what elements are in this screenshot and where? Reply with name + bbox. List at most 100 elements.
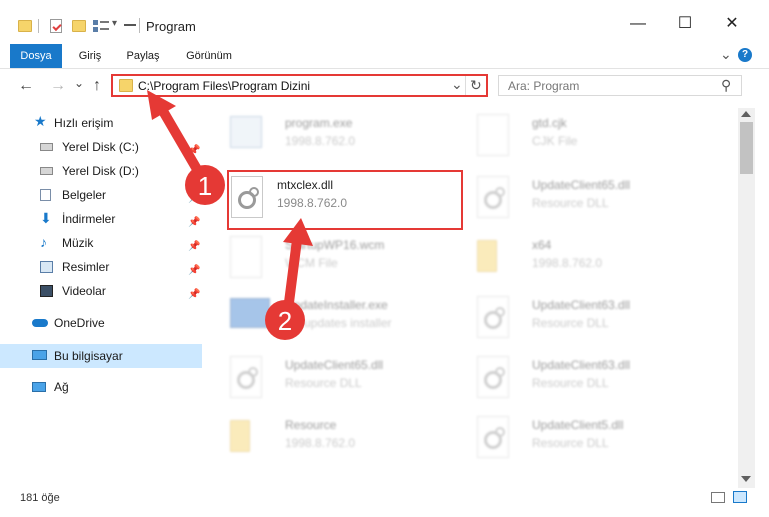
large-icons-view-icon[interactable]: [733, 491, 747, 503]
file-description: WCM File: [285, 256, 338, 270]
dll-icon: [477, 416, 509, 458]
pin-icon[interactable]: 📌: [188, 164, 200, 186]
sidebar-item-downloads[interactable]: ⬇ İndirmeler 📌: [0, 208, 202, 230]
file-item[interactable]: program.exe 1998.8.762.0: [202, 108, 437, 168]
search-icon[interactable]: ⚲: [721, 77, 731, 94]
file-description: Resource DLL: [532, 316, 609, 330]
computer-icon: [32, 350, 47, 360]
file-name: StartupWP16.wcm: [285, 238, 385, 252]
scroll-up-icon[interactable]: [741, 111, 751, 117]
sidebar-item-label: Yerel Disk (C:): [62, 140, 139, 154]
star-icon: ★: [34, 113, 47, 129]
sidebar-item-label: Ağ: [54, 380, 69, 394]
sidebar-item-pictures[interactable]: Resimler 📌: [0, 256, 202, 278]
minimize-button[interactable]: —: [615, 10, 661, 38]
file-item[interactable]: UpdateClient65.dll Resource DLL: [202, 350, 437, 410]
file-name: Resource: [285, 418, 337, 432]
sidebar-item-network[interactable]: Ağ: [0, 376, 202, 398]
cloud-icon: [32, 319, 48, 327]
refresh-icon[interactable]: ↻: [470, 77, 482, 94]
pin-icon[interactable]: 📌: [188, 188, 200, 210]
file-name: UpdateClient63.dll: [532, 298, 631, 312]
file-item[interactable]: UpdateClient63.dll Resource DLL: [449, 350, 684, 410]
dll-icon: [230, 356, 262, 398]
sidebar-item-label: Müzik: [62, 236, 94, 250]
window-title: Program: [146, 19, 196, 34]
sidebar-item-label: Bu bilgisayar: [54, 349, 123, 363]
file-item[interactable]: x64 1998.8.762.0: [449, 230, 684, 290]
file-item[interactable]: UpdateInstaller.exe XY updates installer: [202, 290, 437, 350]
close-button[interactable]: ✕: [709, 10, 755, 38]
qat-dropdown-icon[interactable]: ▾: [112, 18, 117, 29]
file-description: Resource DLL: [285, 376, 362, 390]
sidebar-item-music[interactable]: ♪ Müzik 📌: [0, 232, 202, 254]
file-name: program.exe: [285, 116, 353, 130]
drive-icon: [40, 143, 53, 151]
forward-button[interactable]: →: [50, 77, 66, 95]
file-name: x64: [532, 238, 552, 252]
divider: [124, 24, 136, 26]
file-list: program.exe 1998.8.762.0 gtd.cjk CJK Fil…: [202, 108, 738, 488]
help-icon[interactable]: ?: [738, 48, 752, 62]
download-icon: ⬇: [40, 210, 52, 226]
sidebar-item-drive-c[interactable]: Yerel Disk (C:) 📌: [0, 136, 202, 158]
up-button[interactable]: ↑: [93, 77, 101, 95]
sidebar-item-documents[interactable]: Belgeler 📌: [0, 184, 202, 206]
search-box[interactable]: Ara: Program ⚲: [498, 75, 742, 96]
tab-view[interactable]: Görünüm: [178, 44, 240, 68]
documents-icon: [40, 189, 51, 201]
file-description: XY updates installer: [285, 316, 392, 330]
navigation-pane: ★ Hızlı erişim Yerel Disk (C:) 📌 Yerel D…: [0, 108, 202, 488]
sidebar-item-label: OneDrive: [54, 316, 105, 330]
properties-icon[interactable]: [50, 19, 62, 33]
new-folder-icon[interactable]: [72, 20, 86, 32]
file-item[interactable]: UpdateClient65.dll Resource DLL: [449, 170, 684, 230]
pin-icon[interactable]: 📌: [188, 260, 200, 282]
file-description: 1998.8.762.0: [285, 134, 356, 148]
sidebar-item-drive-d[interactable]: Yerel Disk (D:) 📌: [0, 160, 202, 182]
details-view-icon[interactable]: [711, 492, 725, 503]
file-item[interactable]: Resource 1998.8.762.0: [202, 410, 437, 470]
scrollbar-thumb[interactable]: [740, 122, 753, 174]
sidebar-item-videos[interactable]: Videolar 📌: [0, 280, 202, 302]
sidebar-item-label: İndirmeler: [62, 212, 116, 226]
sidebar-item-onedrive[interactable]: OneDrive: [0, 312, 202, 334]
pin-icon[interactable]: 📌: [188, 284, 200, 306]
dll-icon: [477, 176, 509, 218]
folder-icon: [18, 20, 32, 32]
file-name: UpdateClient63.dll: [532, 358, 631, 372]
search-input[interactable]: Ara: Program: [508, 79, 579, 93]
customize-qat-icon[interactable]: [93, 19, 109, 32]
sidebar-item-this-pc[interactable]: Bu bilgisayar: [0, 344, 202, 368]
sidebar-item-quick-access[interactable]: ★ Hızlı erişim: [0, 112, 202, 134]
file-item[interactable]: gtd.cjk CJK File: [449, 108, 684, 168]
scroll-down-icon[interactable]: [741, 476, 751, 482]
divider: [139, 18, 140, 33]
maximize-button[interactable]: ☐: [662, 10, 708, 38]
sidebar-item-label: Belgeler: [62, 188, 107, 202]
recent-locations-button[interactable]: ⌄: [74, 76, 84, 90]
file-item[interactable]: StartupWP16.wcm WCM File: [202, 230, 437, 290]
pin-icon[interactable]: 📌: [188, 236, 200, 258]
pin-icon[interactable]: 📌: [188, 140, 200, 162]
divider: [38, 19, 39, 33]
music-icon: ♪: [40, 234, 47, 250]
installer-icon: [230, 298, 270, 328]
address-path[interactable]: C:\Program Files\Program Dizini: [138, 79, 310, 93]
tab-share[interactable]: Paylaş: [120, 44, 166, 68]
tab-file[interactable]: Dosya: [10, 44, 62, 68]
sidebar-item-label: Resimler: [62, 260, 110, 274]
expand-ribbon-icon[interactable]: ⌄: [720, 46, 732, 63]
back-button[interactable]: ←: [18, 77, 34, 95]
pin-icon[interactable]: 📌: [188, 212, 200, 234]
drive-icon: [40, 167, 53, 175]
address-bar[interactable]: C:\Program Files\Program Dizini ⌄ ↻: [111, 74, 488, 97]
file-description: Resource DLL: [532, 436, 609, 450]
file-item[interactable]: UpdateClient5.dll Resource DLL: [449, 410, 684, 470]
tab-home[interactable]: Giriş: [70, 44, 110, 68]
file-item[interactable]: UpdateClient63.dll Resource DLL: [449, 290, 684, 350]
exe-icon: [230, 116, 262, 148]
ribbon-tabs: Dosya Giriş Paylaş Görünüm ⌄ ?: [0, 44, 769, 69]
file-icon: [477, 114, 509, 156]
address-dropdown-icon[interactable]: ⌄: [451, 76, 463, 93]
